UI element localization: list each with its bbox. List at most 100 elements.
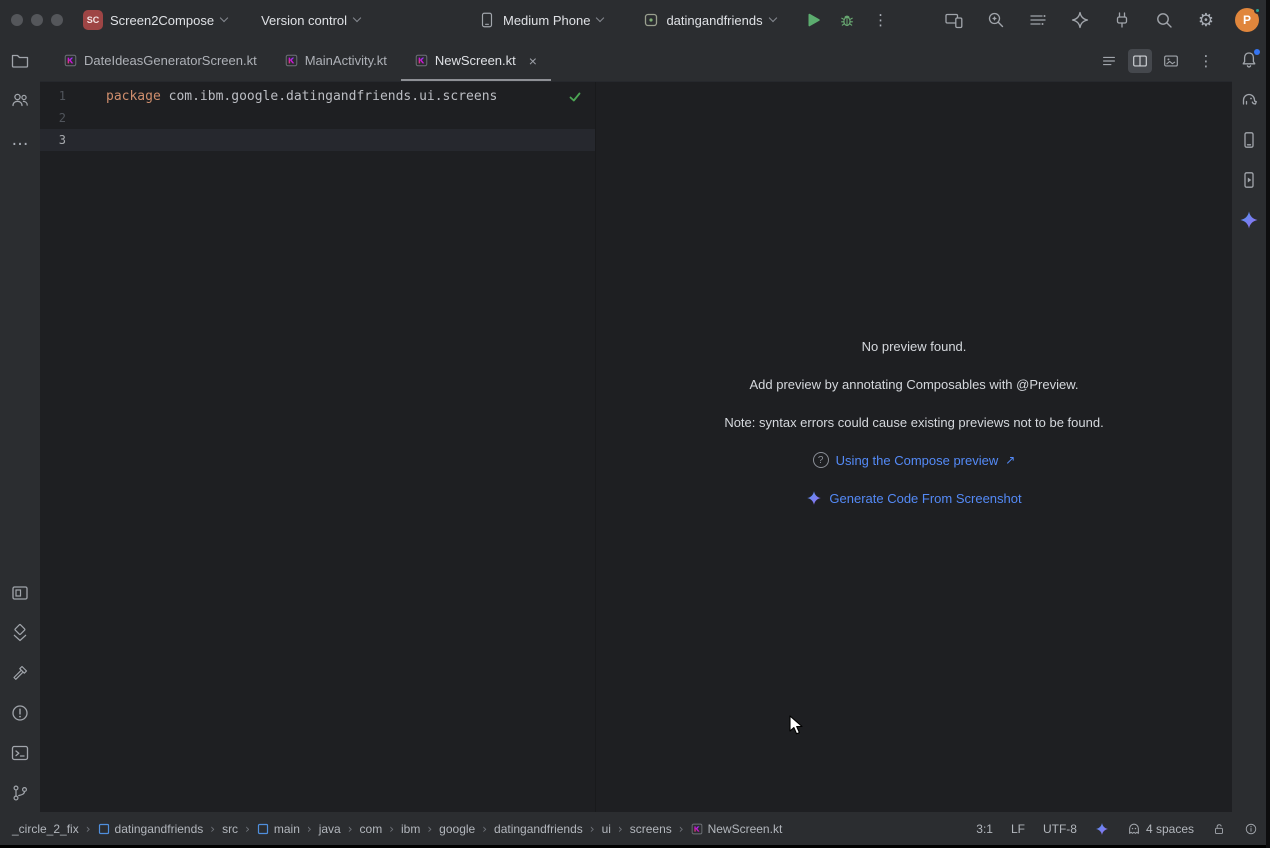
more-tool-windows-button[interactable]: …: [8, 128, 32, 152]
run-configuration-label: datingandfriends: [666, 13, 762, 28]
statusbar: _circle_2_fix › datingandfriends › src ›…: [0, 812, 1270, 845]
line-separator-widget[interactable]: LF: [1011, 822, 1025, 836]
close-tab-icon[interactable]: ×: [529, 54, 537, 68]
minimize-window-button[interactable]: [31, 14, 43, 26]
settings-button[interactable]: ⚙: [1193, 7, 1219, 33]
kotlin-file-icon: [691, 823, 703, 835]
hammer-icon: [10, 663, 30, 683]
file-lock-widget[interactable]: [1212, 822, 1226, 836]
close-window-button[interactable]: [11, 14, 23, 26]
ai-search-button[interactable]: [983, 7, 1009, 33]
design-view-icon: [1162, 52, 1180, 70]
plugin-button[interactable]: [1109, 7, 1135, 33]
search-button[interactable]: [1151, 7, 1177, 33]
gradle-icon: [1239, 90, 1259, 110]
breadcrumb-item[interactable]: NewScreen.kt: [691, 822, 783, 836]
tab-newscreen[interactable]: NewScreen.kt ×: [401, 40, 551, 81]
breadcrumb-item[interactable]: datingandfriends: [98, 822, 204, 836]
editor-options-button[interactable]: ⋮: [1194, 49, 1218, 73]
project-tool-button[interactable]: [8, 48, 32, 72]
avatar-status-dot: [1254, 7, 1261, 14]
compose-preview-help-row: ? Using the Compose preview ↗: [813, 451, 1016, 469]
device-selector[interactable]: Medium Phone: [472, 7, 609, 33]
breadcrumb-item[interactable]: com: [360, 822, 383, 836]
collaboration-tool-button[interactable]: [8, 88, 32, 112]
breadcrumb-item[interactable]: ui: [602, 822, 611, 836]
debug-button[interactable]: [834, 7, 860, 33]
generate-code-link[interactable]: Generate Code From Screenshot: [829, 491, 1021, 506]
run-button[interactable]: [800, 7, 826, 33]
avatar-initial: P: [1243, 13, 1251, 27]
ai-status-widget[interactable]: [1095, 822, 1109, 836]
layout-inspector-button[interactable]: [8, 581, 32, 605]
project-widget[interactable]: SC Screen2Compose: [77, 6, 233, 34]
problems-button[interactable]: [8, 701, 32, 725]
caret-position-widget[interactable]: 3:1: [976, 822, 993, 836]
run-configuration-selector[interactable]: datingandfriends: [637, 8, 781, 32]
tab-label: NewScreen.kt: [435, 53, 516, 68]
breadcrumb-item[interactable]: src: [222, 822, 238, 836]
device-explorer-icon: [1239, 130, 1259, 150]
terminal-icon: [10, 743, 30, 763]
breadcrumb-item[interactable]: main: [257, 822, 300, 836]
device-mirroring-button[interactable]: [941, 7, 967, 33]
breadcrumb: _circle_2_fix › datingandfriends › src ›…: [12, 822, 782, 836]
indent-widget[interactable]: 4 spaces: [1127, 822, 1194, 836]
compose-preview-panel: No preview found. Add preview by annotat…: [596, 82, 1232, 812]
inspections-widget[interactable]: [567, 89, 583, 105]
titlebar-right-actions: ⚙ P: [941, 7, 1270, 33]
editor-content: 1 package com.ibm.google.datingandfriend…: [40, 82, 1232, 812]
breadcrumb-item[interactable]: _circle_2_fix: [12, 822, 79, 836]
version-control-label: Version control: [261, 13, 347, 28]
breadcrumb-item[interactable]: java: [319, 822, 341, 836]
phone-icon: [478, 11, 496, 29]
gradle-button[interactable]: [1237, 88, 1261, 112]
design-view-button[interactable]: [1159, 49, 1183, 73]
compose-preview-help-link[interactable]: Using the Compose preview: [836, 453, 999, 468]
running-devices-button[interactable]: [1237, 168, 1261, 192]
git-branch-icon: [10, 783, 30, 803]
kebab-icon: ⋮: [1199, 52, 1214, 70]
device-explorer-button[interactable]: [1237, 128, 1261, 152]
line-number[interactable]: 1: [40, 89, 66, 103]
breadcrumb-separator-icon: ›: [482, 822, 487, 836]
split-view-button[interactable]: [1128, 49, 1152, 73]
breadcrumb-label: google: [439, 822, 475, 836]
line-number[interactable]: 2: [40, 111, 66, 125]
terminal-button[interactable]: [8, 741, 32, 765]
info-icon: [1244, 822, 1258, 836]
encoding-widget[interactable]: UTF-8: [1043, 822, 1077, 836]
version-control-widget[interactable]: Version control: [255, 9, 366, 32]
right-tool-stripe: [1232, 40, 1270, 812]
avatar[interactable]: P: [1235, 8, 1259, 32]
notification-badge: [1254, 49, 1260, 55]
resource-manager-button[interactable]: [8, 621, 32, 645]
sparkle-icon: [806, 490, 822, 506]
code-editor[interactable]: 1 package com.ibm.google.datingandfriend…: [40, 82, 596, 812]
editor-tabbar: DateIdeasGeneratorScreen.kt MainActivity…: [40, 40, 1232, 82]
breadcrumb-item[interactable]: datingandfriends: [494, 822, 583, 836]
line-number[interactable]: 3: [40, 133, 66, 147]
breadcrumb-item[interactable]: screens: [630, 822, 672, 836]
run-toolbar: Medium Phone datingandfriends: [472, 0, 894, 40]
build-button[interactable]: [8, 661, 32, 685]
help-icon[interactable]: ?: [813, 452, 829, 468]
ellipsis-icon: …: [12, 130, 29, 150]
version-control-tool-button[interactable]: [8, 781, 32, 805]
breadcrumb-item[interactable]: google: [439, 822, 475, 836]
generate-code-row: Generate Code From Screenshot: [806, 489, 1021, 507]
more-run-actions-button[interactable]: ⋮: [868, 7, 894, 33]
gemini-button[interactable]: [1237, 208, 1261, 232]
breadcrumb-separator-icon: ›: [679, 822, 684, 836]
preview-note: Note: syntax errors could cause existing…: [724, 413, 1103, 431]
tab-dateideasgeneratorscreen[interactable]: DateIdeasGeneratorScreen.kt: [50, 40, 271, 81]
ai-assistant-button[interactable]: [1067, 7, 1093, 33]
notifications-button[interactable]: [1237, 48, 1261, 72]
code-view-button[interactable]: [1097, 49, 1121, 73]
chevron-down-icon: [768, 14, 776, 22]
breadcrumb-item[interactable]: ibm: [401, 822, 420, 836]
zoom-window-button[interactable]: [51, 14, 63, 26]
tab-mainactivity[interactable]: MainActivity.kt: [271, 40, 401, 81]
task-list-button[interactable]: [1025, 7, 1051, 33]
info-widget[interactable]: [1244, 822, 1258, 836]
